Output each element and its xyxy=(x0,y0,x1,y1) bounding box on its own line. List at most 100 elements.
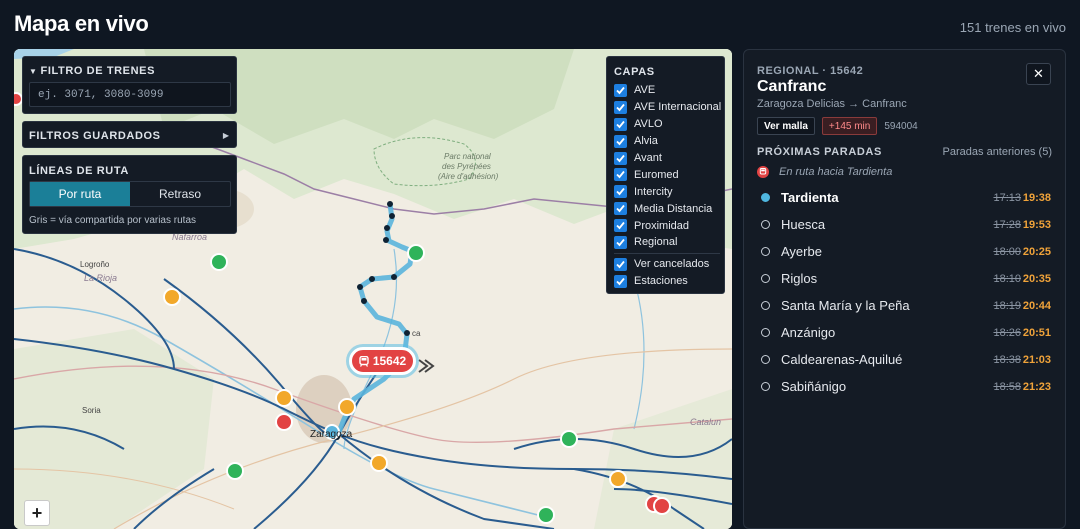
checkbox-checked-icon[interactable] xyxy=(614,151,627,165)
layer-label: Regional xyxy=(634,236,678,249)
map-label-park: Parc national xyxy=(444,152,491,161)
stop-row[interactable]: Ayerbe 18:00 20:25 xyxy=(757,238,1057,265)
layer-label: Ver cancelados xyxy=(634,258,710,271)
caret-down-icon: ▼ xyxy=(29,67,38,76)
layer-label: Alvia xyxy=(634,135,658,148)
layer-stations[interactable]: Estaciones xyxy=(614,273,721,290)
stop-row[interactable]: Riglos 18:10 20:35 xyxy=(757,265,1057,292)
view-schedule-button[interactable]: Ver malla xyxy=(757,117,815,135)
saved-filters-title: FILTROS GUARDADOS xyxy=(29,130,161,142)
train-filter-toggle[interactable]: ▼ FILTRO DE TRENES xyxy=(29,65,155,77)
train-icon xyxy=(359,355,369,367)
map-label-logrono: Logroño xyxy=(80,260,110,269)
estimated-time: 20:35 xyxy=(1022,272,1051,285)
layer-media-distancia[interactable]: Media Distancia xyxy=(614,200,721,217)
en-route-text: En ruta hacia Tardienta xyxy=(779,166,893,178)
checkbox-checked-icon[interactable] xyxy=(614,83,627,97)
stop-dot-icon xyxy=(761,355,770,364)
previous-stops-link[interactable]: Paradas anteriores (5) xyxy=(943,146,1052,158)
delay-badge: +145 min xyxy=(821,117,878,135)
map-label-rioja: La Rioja xyxy=(84,273,117,283)
layer-label: AVE xyxy=(634,84,656,97)
scheduled-time: 18:38 xyxy=(993,353,1021,366)
stop-name: Riglos xyxy=(781,271,818,286)
train-route: Zaragoza Delicias → Canfranc xyxy=(757,98,907,110)
layer-label: Avant xyxy=(634,152,662,164)
saved-filters-panel[interactable]: FILTROS GUARDADOS ▶ xyxy=(22,121,237,148)
checkbox-checked-icon[interactable] xyxy=(614,185,627,199)
stop-dot-icon xyxy=(761,247,770,256)
checkbox-checked-icon[interactable] xyxy=(614,219,627,233)
layer-ave-internacional[interactable]: AVE Internacional xyxy=(614,99,721,116)
selected-train-marker[interactable]: 15642 xyxy=(349,347,416,375)
stop-dot-icon xyxy=(761,328,770,337)
layer-label: Media Distancia xyxy=(634,202,713,215)
map-label-catalunya: Catalun xyxy=(690,417,721,427)
page-title: Mapa en vivo xyxy=(14,11,149,36)
layer-show-cancelled[interactable]: Ver cancelados xyxy=(614,256,721,273)
stop-name: Anzánigo xyxy=(781,325,836,340)
stop-row[interactable]: Caldearenas-Aquilué 18:38 21:03 xyxy=(757,346,1057,373)
estimated-time: 21:03 xyxy=(1022,353,1051,366)
route-lines-toggle: Por ruta Retraso xyxy=(29,181,231,207)
checkbox-checked-icon[interactable] xyxy=(614,235,627,249)
train-filter-input[interactable] xyxy=(29,82,231,107)
estimated-time: 20:44 xyxy=(1022,299,1051,312)
by-route-option[interactable]: Por ruta xyxy=(30,182,130,206)
layer-alvia[interactable]: Alvia xyxy=(614,133,721,150)
train-type-number: REGIONAL · 15642 xyxy=(757,65,864,77)
current-stop-dot-icon xyxy=(761,193,770,202)
layer-label: AVE Internacional xyxy=(634,101,722,114)
layer-euromed[interactable]: Euromed xyxy=(614,166,721,183)
checkbox-checked-icon[interactable] xyxy=(614,274,627,288)
checkbox-checked-icon[interactable] xyxy=(614,202,627,216)
stop-row[interactable]: Sabiñánigo 18:58 21:23 xyxy=(757,373,1057,400)
estimated-time: 20:51 xyxy=(1022,326,1051,339)
stop-row[interactable]: Tardienta 17:13 19:38 xyxy=(757,184,1057,211)
checkbox-checked-icon[interactable] xyxy=(614,117,627,131)
layer-ave[interactable]: AVE xyxy=(614,82,721,99)
scheduled-time: 18:26 xyxy=(993,326,1021,339)
map-label-park-3: (Aire d'adhésion) xyxy=(438,172,499,181)
stop-dot-icon xyxy=(761,220,770,229)
layer-label: Euromed xyxy=(634,168,679,181)
train-details-panel: REGIONAL · 15642 Canfranc Zaragoza Delic… xyxy=(743,49,1066,529)
close-button[interactable]: ✕ xyxy=(1026,63,1051,85)
zoom-in-button[interactable]: + xyxy=(24,500,50,526)
stop-name: Caldearenas-Aquilué xyxy=(781,352,903,367)
layer-avant[interactable]: Avant xyxy=(614,150,721,167)
delay-option[interactable]: Retraso xyxy=(130,182,230,206)
checkbox-checked-icon[interactable] xyxy=(614,100,627,114)
stop-row[interactable]: Anzánigo 18:26 20:51 xyxy=(757,319,1057,346)
checkbox-checked-icon[interactable] xyxy=(614,134,627,148)
layer-label: Estaciones xyxy=(634,275,688,288)
checkbox-checked-icon[interactable] xyxy=(614,168,627,182)
train-destination: Canfranc xyxy=(757,78,827,95)
caret-right-icon: ▶ xyxy=(222,131,229,140)
scheduled-time: 18:58 xyxy=(993,380,1021,393)
stop-name: Huesca xyxy=(781,217,826,232)
stop-dot-icon xyxy=(761,274,770,283)
scheduled-time: 18:19 xyxy=(993,299,1021,312)
train-chips: Ver malla +145 min 594004 xyxy=(757,117,925,135)
checkbox-checked-icon[interactable] xyxy=(614,257,627,271)
layer-intercity[interactable]: Intercity xyxy=(614,183,721,200)
layer-avlo[interactable]: AVLO xyxy=(614,116,721,133)
map-label-park-2: des Pyrénées xyxy=(442,162,491,171)
stop-name: Santa María y la Peña xyxy=(781,298,910,313)
stop-dot-icon xyxy=(761,382,770,391)
stop-row[interactable]: Huesca 17:28 19:53 xyxy=(757,211,1057,238)
layer-regional[interactable]: Regional xyxy=(614,234,721,251)
en-route-status: En ruta hacia Tardienta xyxy=(757,165,892,179)
layer-proximidad[interactable]: Proximidad xyxy=(614,217,721,234)
layers-title: CAPAS xyxy=(614,66,655,78)
stop-row[interactable]: Santa María y la Peña 18:19 20:44 xyxy=(757,292,1057,319)
stop-name: Ayerbe xyxy=(781,244,822,259)
layer-label: Intercity xyxy=(634,185,673,198)
next-stops-label: PRÓXIMAS PARADAS xyxy=(757,146,882,158)
layers-panel: CAPAS AVE AVE Internacional AVLO Alvia A… xyxy=(606,56,725,294)
stop-dot-icon xyxy=(761,301,770,310)
scheduled-time: 17:13 xyxy=(993,191,1021,204)
map-label-zaragoza: Zaragoza xyxy=(310,429,353,440)
estimated-time: 20:25 xyxy=(1022,245,1051,258)
